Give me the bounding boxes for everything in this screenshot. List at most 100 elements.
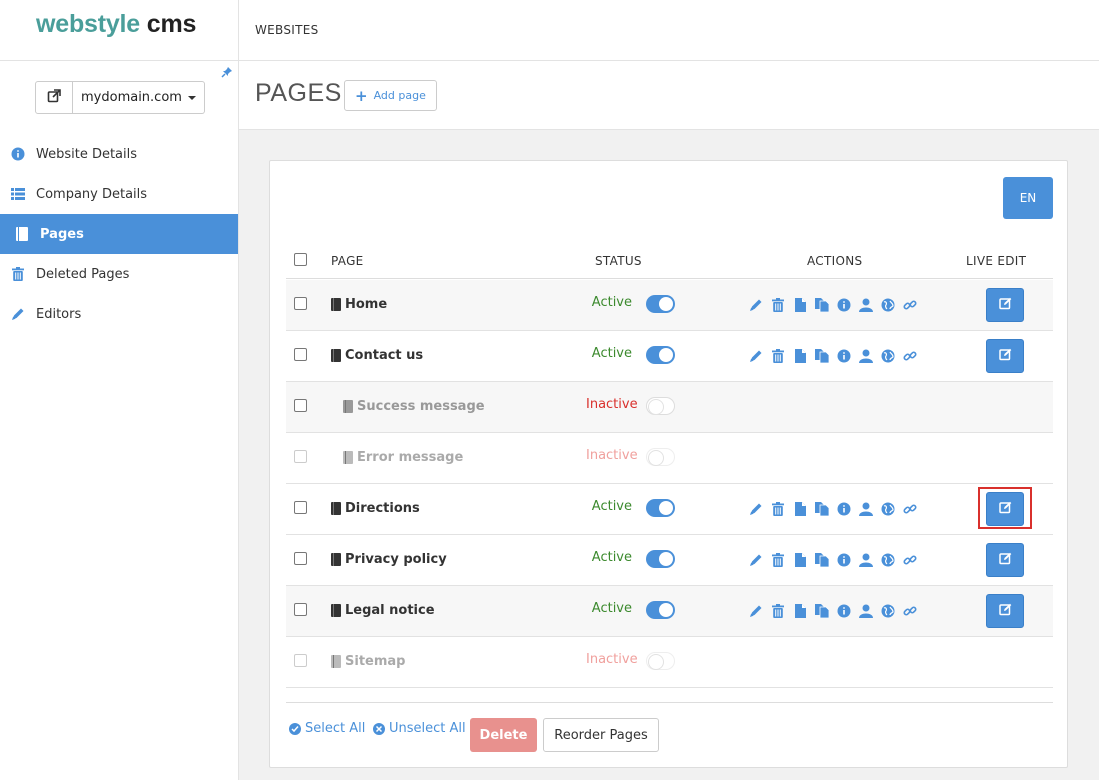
- unselect-all-link[interactable]: Unselect All: [373, 721, 466, 736]
- select-all-checkbox[interactable]: [294, 253, 307, 266]
- copy-icon[interactable]: [814, 501, 830, 517]
- pencil-icon[interactable]: [748, 603, 764, 619]
- copy-icon[interactable]: [814, 552, 830, 568]
- user-icon[interactable]: [858, 348, 874, 364]
- sidebar-item-deleted-pages[interactable]: Deleted Pages: [0, 254, 238, 294]
- copy-icon[interactable]: [814, 297, 830, 313]
- info-icon[interactable]: [836, 501, 852, 517]
- open-site-button[interactable]: [35, 81, 73, 114]
- info-circle-icon: [10, 146, 26, 162]
- file-icon[interactable]: [792, 297, 808, 313]
- copy-icon[interactable]: [814, 348, 830, 364]
- live-edit-button[interactable]: [986, 492, 1024, 526]
- status-toggle[interactable]: [646, 295, 675, 313]
- row-checkbox[interactable]: [294, 450, 307, 463]
- file-icon[interactable]: [792, 603, 808, 619]
- trash-icon[interactable]: [770, 348, 786, 364]
- domain-dropdown[interactable]: mydomain.com: [73, 81, 205, 114]
- row-checkbox[interactable]: [294, 297, 307, 310]
- page-name[interactable]: Legal notice: [331, 603, 435, 618]
- globe-icon[interactable]: [880, 501, 896, 517]
- status-toggle[interactable]: [646, 346, 675, 364]
- page-name[interactable]: Directions: [331, 501, 420, 516]
- globe-icon[interactable]: [880, 297, 896, 313]
- live-edit-button[interactable]: [986, 543, 1024, 577]
- delete-button[interactable]: Delete: [470, 718, 537, 752]
- live-edit-button[interactable]: [986, 594, 1024, 628]
- page-name[interactable]: Home: [331, 297, 387, 312]
- page-name[interactable]: Error message: [343, 450, 463, 465]
- select-all-label: Select All: [305, 721, 366, 736]
- sidebar-item-editors[interactable]: Editors: [0, 294, 238, 334]
- info-icon[interactable]: [836, 348, 852, 364]
- link-icon[interactable]: [902, 501, 918, 517]
- trash-icon: [10, 266, 26, 282]
- table-row: Success message Inactive: [286, 382, 1053, 433]
- copy-icon[interactable]: [814, 603, 830, 619]
- logo[interactable]: webstyle cms: [0, 0, 238, 61]
- globe-icon[interactable]: [880, 603, 896, 619]
- page-name[interactable]: Sitemap: [331, 654, 405, 669]
- table-row: Privacy policy Active: [286, 535, 1053, 586]
- row-checkbox[interactable]: [294, 501, 307, 514]
- table-row: Legal notice Active: [286, 586, 1053, 637]
- add-page-button[interactable]: + Add page: [344, 80, 437, 111]
- page-name[interactable]: Success message: [343, 399, 485, 414]
- pencil-icon[interactable]: [748, 297, 764, 313]
- trash-icon[interactable]: [770, 297, 786, 313]
- breadcrumb-websites[interactable]: WEBSITES: [255, 23, 319, 37]
- live-edit-button[interactable]: [986, 288, 1024, 322]
- sidebar-item-company-details[interactable]: Company Details: [0, 174, 238, 214]
- row-checkbox[interactable]: [294, 552, 307, 565]
- status-toggle[interactable]: [646, 601, 675, 619]
- link-icon[interactable]: [902, 297, 918, 313]
- info-icon[interactable]: [836, 552, 852, 568]
- user-icon[interactable]: [858, 297, 874, 313]
- status-toggle[interactable]: [646, 550, 675, 568]
- unselect-all-label: Unselect All: [389, 721, 466, 736]
- status-toggle[interactable]: [646, 652, 675, 670]
- page-name[interactable]: Privacy policy: [331, 552, 447, 567]
- user-icon[interactable]: [858, 552, 874, 568]
- link-icon[interactable]: [902, 603, 918, 619]
- sidebar-item-pages[interactable]: Pages: [0, 214, 238, 254]
- pin-icon[interactable]: [221, 66, 233, 81]
- globe-icon[interactable]: [880, 552, 896, 568]
- trash-icon[interactable]: [770, 501, 786, 517]
- trash-icon[interactable]: [770, 603, 786, 619]
- file-icon[interactable]: [792, 348, 808, 364]
- row-checkbox[interactable]: [294, 654, 307, 667]
- plus-icon: +: [355, 86, 368, 105]
- globe-icon[interactable]: [880, 348, 896, 364]
- user-icon[interactable]: [858, 603, 874, 619]
- status-toggle[interactable]: [646, 448, 675, 466]
- reorder-pages-button[interactable]: Reorder Pages: [543, 718, 659, 752]
- user-icon[interactable]: [858, 501, 874, 517]
- live-edit-button[interactable]: [986, 339, 1024, 373]
- info-icon[interactable]: [836, 603, 852, 619]
- language-button[interactable]: EN: [1003, 177, 1053, 219]
- status-toggle[interactable]: [646, 397, 675, 415]
- info-icon[interactable]: [836, 297, 852, 313]
- row-checkbox[interactable]: [294, 348, 307, 361]
- trash-icon[interactable]: [770, 552, 786, 568]
- link-icon[interactable]: [902, 348, 918, 364]
- row-checkbox[interactable]: [294, 399, 307, 412]
- pencil-icon[interactable]: [748, 552, 764, 568]
- pencil-icon[interactable]: [748, 501, 764, 517]
- row-actions: [748, 297, 918, 313]
- sidebar-item-website-details[interactable]: Website Details: [0, 134, 238, 174]
- link-icon[interactable]: [902, 552, 918, 568]
- sidebar-nav: Website Details Company Details Pages De…: [0, 134, 238, 334]
- sidebar-item-label: Website Details: [36, 146, 138, 162]
- page-name[interactable]: Contact us: [331, 348, 423, 363]
- sidebar-item-label: Deleted Pages: [36, 266, 130, 282]
- row-checkbox[interactable]: [294, 603, 307, 616]
- status-toggle[interactable]: [646, 499, 675, 517]
- pencil-icon[interactable]: [748, 348, 764, 364]
- status-label: Inactive: [586, 652, 638, 667]
- file-icon[interactable]: [792, 552, 808, 568]
- page-icon: [343, 400, 353, 413]
- select-all-link[interactable]: Select All: [289, 721, 365, 736]
- file-icon[interactable]: [792, 501, 808, 517]
